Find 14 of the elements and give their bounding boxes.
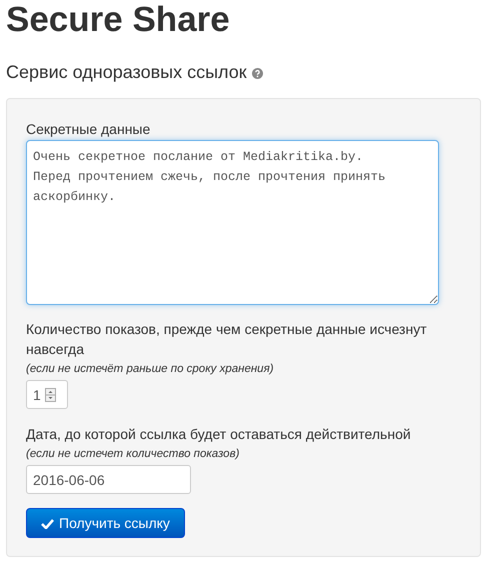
field-hint: (если не истечет количество показов)	[26, 447, 240, 462]
get-link-button[interactable]: Получить ссылку	[26, 508, 185, 538]
field-label: Количество показов, прежде чем секретные данные исчезнут навсегда	[26, 320, 428, 359]
views-input[interactable]: 1	[26, 380, 68, 409]
secret-textarea[interactable]: Очень секретное послание от Mediakritika.by. Перед прочтением сжечь, после прочтения принять аскорбинку.	[26, 140, 439, 305]
help-icon[interactable]	[252, 68, 263, 79]
page-title: Secure Share	[6, 0, 231, 40]
spinner-icon[interactable]	[45, 388, 56, 402]
field-label: Дата, до которой ссылка будет оставаться действительной	[26, 425, 411, 444]
date-input[interactable]: 2016-06-06	[26, 465, 191, 494]
field-label: Секретные данные	[26, 120, 150, 139]
check-icon	[41, 518, 54, 528]
field-hint: (если не истечёт раньше по сроку хранения)	[26, 362, 274, 377]
page-subtitle: Сервис одноразовых ссылок	[6, 61, 247, 84]
